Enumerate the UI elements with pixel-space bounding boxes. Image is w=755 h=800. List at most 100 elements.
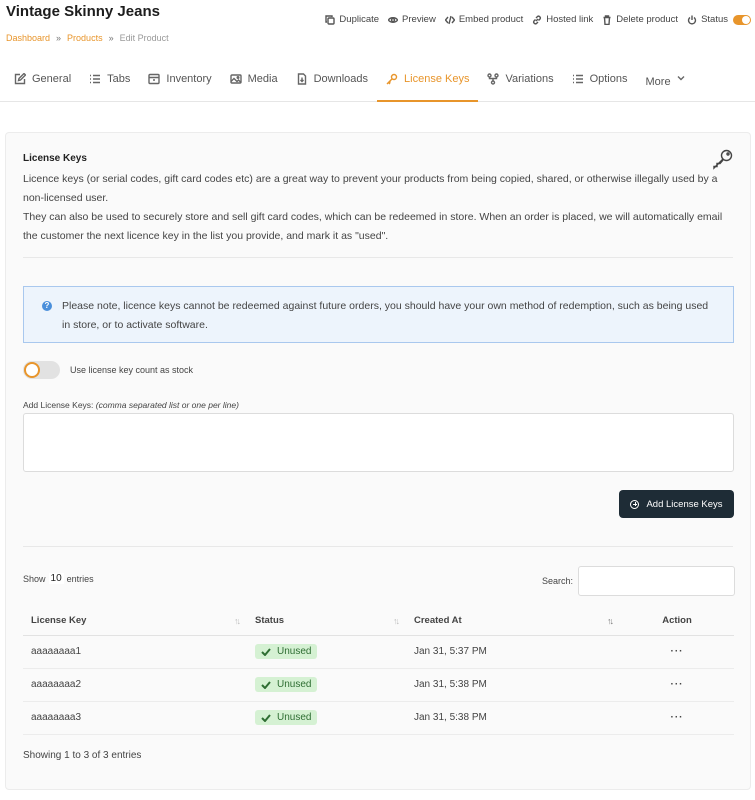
- status-badge: Unused: [255, 644, 318, 659]
- add-license-keys-button[interactable]: Add License Keys: [619, 490, 734, 518]
- image-icon: [229, 74, 242, 84]
- license-keys-textarea[interactable]: [23, 413, 734, 472]
- tab-tabs-label: Tabs: [107, 73, 131, 85]
- tab-more-label: More: [645, 76, 671, 88]
- created-at-cell: Jan 31, 5:37 PM: [406, 635, 620, 669]
- tab-variations-label: Variations: [505, 73, 554, 85]
- question-icon: ?: [42, 301, 52, 311]
- table-row: aaaaaaaa1 Unused Jan 31, 5:37 PM ···: [23, 635, 734, 669]
- breadcrumb-dashboard[interactable]: Dashboard: [6, 33, 50, 43]
- table-search: Search:: [542, 566, 736, 596]
- sort-icon: ↑↓: [393, 616, 400, 626]
- embed-product-button[interactable]: Embed product: [444, 14, 523, 25]
- copy-icon: [325, 14, 336, 25]
- tab-options[interactable]: Options: [563, 57, 637, 101]
- plus-circle-icon: [630, 499, 640, 509]
- delete-product-button[interactable]: Delete product: [602, 14, 678, 25]
- divider: [23, 546, 733, 547]
- search-label: Search:: [542, 576, 574, 586]
- list-icon: [90, 74, 101, 84]
- sort-icon: ↑↓: [234, 616, 241, 626]
- tab-downloads-label: Downloads: [313, 73, 369, 85]
- tab-inventory-label: Inventory: [166, 73, 212, 85]
- breadcrumb-separator: »: [108, 33, 114, 43]
- code-icon: [444, 15, 455, 24]
- key-icon: [712, 148, 734, 170]
- row-actions-menu[interactable]: ···: [620, 635, 734, 669]
- stock-toggle-label: Use license key count as stock: [70, 365, 194, 375]
- status-text: Unused: [277, 712, 312, 723]
- list-icon: [572, 74, 583, 84]
- tab-tabs[interactable]: Tabs: [80, 57, 139, 101]
- key-icon: [386, 73, 398, 85]
- column-license-key[interactable]: License Key ↑↓: [23, 607, 247, 636]
- status-badge: Unused: [255, 710, 318, 725]
- file-icon: [297, 73, 306, 85]
- check-icon: [261, 680, 271, 689]
- tab-general-label: General: [32, 73, 72, 85]
- tab-variations[interactable]: Variations: [478, 57, 562, 101]
- column-created-at[interactable]: Created At ↑↓: [406, 607, 620, 636]
- show-label: Show: [23, 573, 46, 584]
- page-title: Vintage Skinny Jeans: [6, 3, 160, 20]
- notice-text: Please note, licence keys cannot be rede…: [62, 300, 709, 331]
- tab-downloads[interactable]: Downloads: [287, 57, 377, 101]
- column-label: Status: [255, 615, 285, 627]
- license-keys-table: License Key ↑↓ Status ↑↓ Created At ↑↓ Acti…: [23, 607, 734, 735]
- trash-icon: [603, 14, 611, 25]
- entries-select[interactable]: 10: [48, 573, 64, 584]
- product-tabs: General Tabs Inventory Media Downloads L…: [0, 57, 755, 102]
- status-cell: Unused: [247, 668, 406, 702]
- box-icon: [148, 73, 161, 85]
- show-entries: Show 10 entries: [23, 573, 94, 584]
- column-label: Action: [662, 615, 692, 627]
- product-actions: Duplicate Preview Embed product Hosted l…: [316, 14, 751, 25]
- info-notice: ? Please note, licence keys cannot be re…: [23, 286, 734, 343]
- preview-button[interactable]: Preview: [388, 14, 436, 25]
- chevron-down-icon: [677, 76, 685, 81]
- search-input[interactable]: [578, 566, 736, 596]
- breadcrumb-current: Edit Product: [119, 33, 169, 43]
- status-cell: Unused: [247, 701, 406, 735]
- tab-media[interactable]: Media: [221, 57, 287, 101]
- breadcrumb-products[interactable]: Products: [67, 33, 103, 43]
- entries-label: entries: [66, 573, 94, 584]
- power-icon: [687, 15, 697, 25]
- status-toggle[interactable]: Status: [687, 14, 751, 25]
- keys-label-hint: (comma separated list or one per line): [95, 400, 239, 410]
- license-keys-panel: License Keys Licence keys (or serial cod…: [5, 132, 751, 790]
- eye-icon: [388, 16, 399, 23]
- tab-options-label: Options: [589, 73, 628, 85]
- hosted-link-button[interactable]: Hosted link: [532, 14, 593, 25]
- preview-label: Preview: [402, 14, 436, 25]
- table-info: Showing 1 to 3 of 3 entries: [23, 750, 142, 761]
- stock-toggle-row: Use license key count as stock: [23, 361, 193, 379]
- tab-license-keys[interactable]: License Keys: [377, 57, 479, 102]
- section-description: Licence keys (or serial codes, gift card…: [23, 170, 731, 246]
- license-key-cell: aaaaaaaa3: [23, 701, 247, 735]
- status-switch[interactable]: [733, 14, 751, 25]
- tab-inventory[interactable]: Inventory: [139, 57, 220, 101]
- tab-general[interactable]: General: [5, 57, 80, 101]
- hosted-link-label: Hosted link: [546, 14, 594, 25]
- column-status[interactable]: Status ↑↓: [247, 607, 406, 636]
- sort-icon: ↑↓: [607, 616, 614, 626]
- keys-label-text: Add License Keys:: [23, 400, 94, 410]
- license-key-cell: aaaaaaaa2: [23, 668, 247, 702]
- license-key-cell: aaaaaaaa1: [23, 635, 247, 669]
- row-actions-menu[interactable]: ···: [620, 701, 734, 735]
- status-text: Unused: [277, 646, 312, 657]
- table-row: aaaaaaaa2 Unused Jan 31, 5:38 PM ···: [23, 668, 734, 702]
- tab-more[interactable]: More: [637, 57, 694, 101]
- tab-license-keys-label: License Keys: [404, 73, 470, 85]
- link-icon: [533, 15, 542, 24]
- table-header-row: License Key ↑↓ Status ↑↓ Created At ↑↓ Acti…: [23, 607, 734, 636]
- description-paragraph: Licence keys (or serial codes, gift card…: [23, 173, 718, 204]
- stock-toggle-switch[interactable]: [23, 361, 60, 379]
- created-at-cell: Jan 31, 5:38 PM: [406, 668, 620, 702]
- duplicate-button[interactable]: Duplicate: [325, 14, 379, 25]
- duplicate-label: Duplicate: [339, 14, 380, 25]
- row-actions-menu[interactable]: ···: [620, 668, 734, 702]
- description-paragraph: They can also be used to securely store …: [23, 211, 723, 242]
- breadcrumb: Dashboard » Products » Edit Product: [6, 33, 169, 43]
